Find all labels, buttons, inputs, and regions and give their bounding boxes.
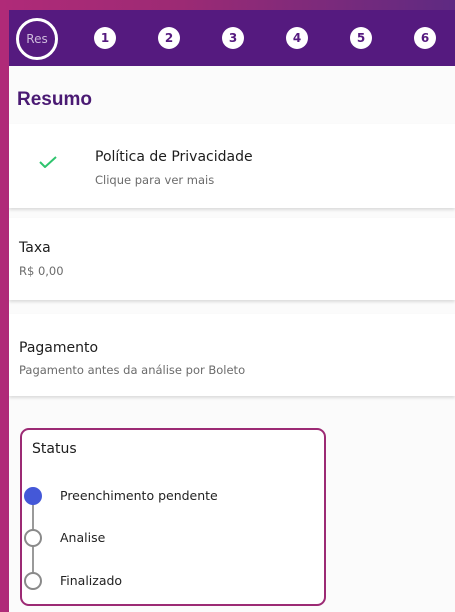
fee-value: R$ 0,00 xyxy=(19,264,64,278)
privacy-policy-title: Política de Privacidade xyxy=(95,149,253,165)
privacy-policy-subtitle: Clique para ver mais xyxy=(95,173,215,187)
step-3[interactable]: 3 xyxy=(222,27,244,49)
fee-title: Taxa xyxy=(19,240,51,256)
step-2[interactable]: 2 xyxy=(158,27,180,49)
app-frame: Res 1 2 3 4 5 6 Resumo Política de Priva… xyxy=(0,0,455,612)
step-1[interactable]: 1 xyxy=(94,27,116,49)
status-dot-pending xyxy=(24,487,42,505)
page-title: Resumo xyxy=(17,89,92,110)
step-6[interactable]: 6 xyxy=(414,27,436,49)
check-icon xyxy=(39,156,57,168)
fee-card: Taxa R$ 0,00 xyxy=(9,218,455,300)
status-item-finished: Finalizado xyxy=(60,573,123,588)
payment-card: Pagamento Pagamento antes da análise por… xyxy=(9,314,455,396)
step-current-summary[interactable]: Res xyxy=(16,18,58,60)
status-panel: Status Preenchimento pendente Analise Fi… xyxy=(20,428,326,606)
step-5[interactable]: 5 xyxy=(350,27,372,49)
device-screen: Res 1 2 3 4 5 6 Resumo Política de Priva… xyxy=(9,10,455,612)
status-item-analysis: Analise xyxy=(60,530,106,545)
status-title: Status xyxy=(32,441,77,457)
step-current-label: Res xyxy=(26,32,48,46)
step-4[interactable]: 4 xyxy=(286,27,308,49)
status-dot-finished xyxy=(24,572,42,590)
step-bar: Res 1 2 3 4 5 6 xyxy=(9,10,455,66)
payment-value: Pagamento antes da análise por Boleto xyxy=(19,363,246,377)
payment-title: Pagamento xyxy=(19,340,99,356)
privacy-policy-card[interactable]: Política de Privacidade Clique para ver … xyxy=(9,124,455,208)
status-item-pending: Preenchimento pendente xyxy=(60,488,218,503)
status-dot-analysis xyxy=(24,529,42,547)
summary-content: Resumo Política de Privacidade Clique pa… xyxy=(9,66,455,612)
